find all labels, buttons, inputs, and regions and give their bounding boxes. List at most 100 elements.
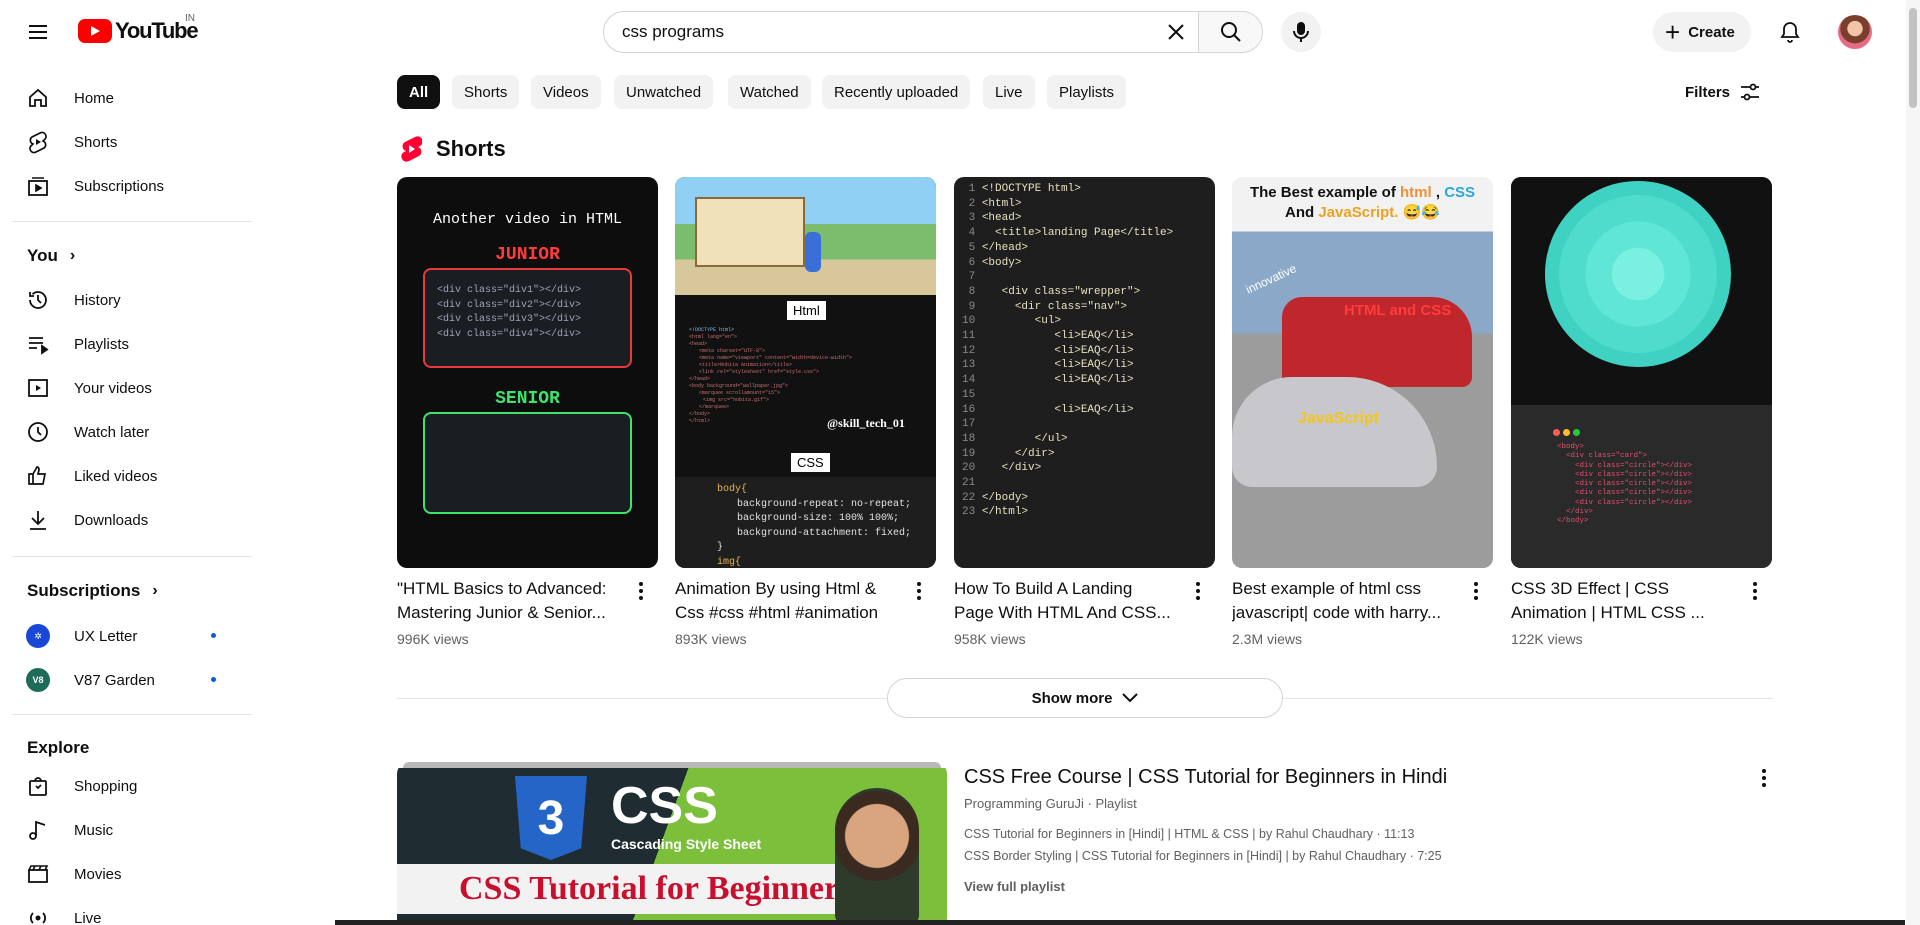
chip-unwatched[interactable]: Unwatched (614, 75, 714, 109)
3d-circle-graphic (1545, 181, 1731, 367)
filters-button[interactable]: Filters (1685, 80, 1762, 104)
sidebar-item-label: History (74, 291, 121, 309)
sidebar-item-label: Shorts (74, 133, 118, 151)
voice-search-button[interactable] (1281, 12, 1321, 52)
playlist-title[interactable]: CSS Free Course | CSS Tutorial for Begin… (964, 766, 1447, 789)
playlist-video-item[interactable]: CSS Border Styling | CSS Tutorial for Be… (964, 849, 1442, 863)
chip-videos[interactable]: Videos (531, 75, 601, 109)
code-line: 5 </head> (962, 241, 1029, 254)
horizontal-scrollbar[interactable] (335, 920, 1905, 925)
css-label: CSS (791, 453, 830, 472)
chip-all[interactable]: All (397, 75, 441, 109)
sidebar-item-shopping[interactable]: Shopping (12, 766, 240, 806)
search-input[interactable] (604, 12, 1154, 52)
view-full-playlist-link[interactable]: View full playlist (964, 879, 1065, 894)
sidebar-item-shorts[interactable]: Shorts (12, 122, 240, 162)
sidebar-item-home[interactable]: Home (12, 78, 240, 118)
channel-name: UX Letter (74, 627, 138, 645)
more-actions-button[interactable] (629, 579, 653, 603)
sidebar-item-label: Watch later (74, 423, 150, 441)
guide-menu-button[interactable] (22, 16, 54, 48)
code-line: 9 <dir class="nav"> (962, 300, 1128, 313)
vertical-scrollbar[interactable] (1906, 0, 1920, 925)
sidebar-channel-ux-letter[interactable]: ✲ UX Letter (12, 616, 240, 656)
sidebar-item-live[interactable]: Live (12, 898, 240, 925)
overlay-text: JavaScript (1298, 410, 1379, 427)
chip-recently-uploaded[interactable]: Recently uploaded (822, 75, 971, 109)
chip-live[interactable]: Live (983, 75, 1035, 109)
thumb-caption: The Best example of html , CSS And JavaS… (1249, 184, 1476, 221)
senior-code-box (423, 412, 632, 514)
html-code-block: <!DOCTYPE html> <html lang="en"> <head> <me… (689, 327, 853, 424)
sidebar-item-your-videos[interactable]: Your videos (12, 368, 240, 408)
caption-part: , (1431, 184, 1445, 201)
notifications-button[interactable] (1770, 12, 1810, 52)
code-line: <div class="circle"></div> (1557, 480, 1693, 489)
code-line: <div class="circle"></div> (1557, 461, 1693, 470)
short-title[interactable]: How To Build A Landing Page With HTML An… (954, 577, 1176, 625)
playlist-more-actions-button[interactable] (1752, 766, 1776, 790)
more-actions-button[interactable] (907, 579, 931, 603)
search-button[interactable] (1198, 12, 1262, 52)
creator-handle: @skill_tech_01 (827, 416, 905, 430)
sidebar-subscriptions-heading[interactable]: Subscriptions › (27, 581, 158, 601)
bell-icon (1780, 22, 1800, 43)
thumb-banner: CSS Tutorial for Beginners (397, 864, 852, 914)
caption-part: And (1285, 204, 1319, 221)
code-line: 2 <html> (962, 197, 1022, 210)
account-avatar[interactable] (1838, 15, 1872, 49)
sidebar-item-subscriptions[interactable]: Subscriptions (12, 166, 240, 206)
chip-shorts[interactable]: Shorts (452, 75, 520, 109)
sidebar-item-downloads[interactable]: Downloads (12, 500, 240, 540)
filters-label: Filters (1685, 83, 1731, 101)
sidebar-item-history[interactable]: History (12, 280, 240, 320)
code-line: 4 <title>landing Page</title> (962, 227, 1174, 240)
chip-watched[interactable]: Watched (728, 75, 811, 109)
close-icon (1168, 24, 1184, 40)
scrollbar-thumb[interactable] (1909, 8, 1917, 108)
short-thumbnail[interactable]: 1 <!DOCTYPE html> 2 <html> 3 <head> 4 <t… (954, 177, 1215, 568)
sidebar-item-playlists[interactable]: Playlists (12, 324, 240, 364)
sliders-icon (1741, 83, 1760, 101)
short-title[interactable]: "HTML Basics to Advanced: Mastering Juni… (397, 577, 619, 625)
show-more-button[interactable]: Show more (887, 678, 1283, 718)
more-actions-button[interactable] (1743, 579, 1767, 603)
sidebar-item-watch-later[interactable]: Watch later (12, 412, 240, 452)
channel-name[interactable]: Programming GuruJi (964, 796, 1084, 811)
create-button[interactable]: + Create (1653, 12, 1751, 52)
short-views: 958K views (954, 631, 1026, 647)
sidebar-item-label: Downloads (74, 511, 149, 529)
short-card: <body> <div class="card"> <div class="ci… (1511, 177, 1772, 647)
short-title[interactable]: Animation By using Html & Css #css #html… (675, 577, 897, 625)
sidebar-item-music[interactable]: Music (12, 810, 240, 850)
sidebar-you-heading[interactable]: You › (27, 246, 75, 266)
short-views: 893K views (675, 631, 747, 647)
more-actions-button[interactable] (1186, 579, 1210, 603)
code-line: <body> (1557, 443, 1585, 451)
microphone-icon (1293, 22, 1309, 42)
sidebar-item-liked-videos[interactable]: Liked videos (12, 456, 240, 496)
sidebar-channel-v87-garden[interactable]: V8 V87 Garden (12, 660, 240, 700)
code-line: 22 </body> (962, 491, 1029, 504)
chip-playlists[interactable]: Playlists (1047, 75, 1127, 109)
playlist-meta: Programming GuruJi · Playlist (964, 796, 1137, 811)
code-line: 10 <ul> (962, 315, 1062, 328)
code-line: 1 <!DOCTYPE html> (962, 183, 1081, 195)
sidebar-item-label: Home (74, 89, 115, 107)
short-title[interactable]: CSS 3D Effect | CSS Animation | HTML CSS… (1511, 577, 1733, 625)
channel-name: V87 Garden (74, 671, 155, 689)
playlist-video-item[interactable]: CSS Tutorial for Beginners in [Hindi] | … (964, 827, 1414, 841)
search-box (603, 11, 1263, 53)
short-thumbnail[interactable]: Another video in HTML JUNIOR <div class=… (397, 177, 658, 568)
short-title[interactable]: Best example of html css javascript| cod… (1232, 577, 1454, 625)
more-actions-button[interactable] (1464, 579, 1488, 603)
playlist-thumbnail[interactable]: 3 CSS Cascading Style Sheet CSS Tutorial… (397, 762, 947, 925)
short-thumbnail[interactable]: The Best example of html , CSS And JavaS… (1232, 177, 1493, 568)
clear-search-button[interactable] (1154, 12, 1198, 52)
sidebar-item-movies[interactable]: Movies (12, 854, 240, 894)
short-thumbnail[interactable]: Html <!DOCTYPE html> <html lang="en"> <hea… (675, 177, 936, 568)
short-thumbnail[interactable]: <body> <div class="card"> <div class="ci… (1511, 177, 1772, 568)
youtube-logo[interactable]: YouTube IN (78, 13, 199, 44)
sidebar-divider (12, 714, 252, 715)
overlay-text: HTML and CSS (1344, 302, 1452, 319)
